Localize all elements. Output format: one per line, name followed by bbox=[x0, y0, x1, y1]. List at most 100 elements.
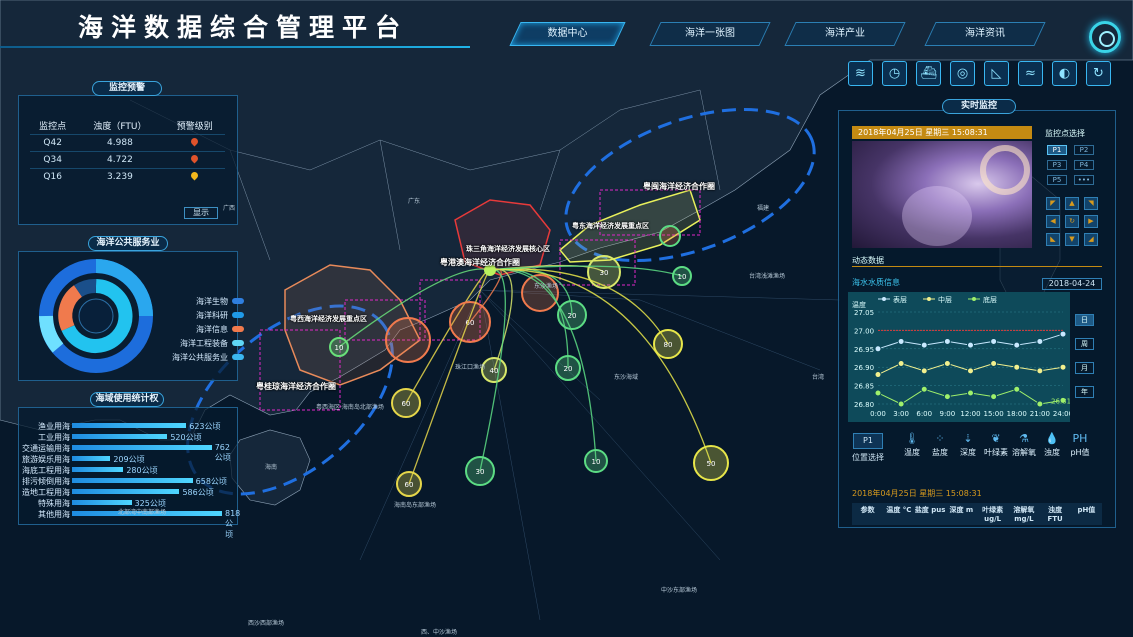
camera-control-button[interactable]: ◀ bbox=[1046, 215, 1060, 228]
camera-control-button[interactable]: ◤ bbox=[1046, 197, 1060, 210]
data-point[interactable] bbox=[897, 360, 905, 368]
period-button[interactable]: 日 bbox=[1075, 314, 1094, 326]
data-point[interactable] bbox=[1036, 367, 1044, 375]
legend-item[interactable]: 海洋信息 bbox=[170, 324, 250, 335]
legend-item[interactable]: 海洋生物 bbox=[170, 296, 250, 307]
marker-value: 10 bbox=[335, 344, 344, 352]
camera-control-button[interactable]: ↻ bbox=[1065, 215, 1079, 228]
usage-row[interactable]: 造地工程用海 586公顷 bbox=[18, 487, 233, 497]
wave-chart-icon[interactable]: ◺ bbox=[984, 61, 1009, 86]
usage-row[interactable]: 旅游娱乐用海 209公顷 bbox=[18, 454, 233, 464]
camera-control-button[interactable]: ▼ bbox=[1065, 233, 1079, 246]
period-button[interactable]: 月 bbox=[1075, 362, 1094, 374]
data-point[interactable] bbox=[1013, 363, 1021, 371]
param-button[interactable]: ❦ 叶绿素 bbox=[982, 432, 1010, 458]
data-point[interactable] bbox=[1059, 363, 1067, 371]
param-button[interactable]: 💧 浊度 bbox=[1038, 432, 1066, 458]
camera-control-button[interactable]: ◢ bbox=[1084, 233, 1098, 246]
camera-control-button[interactable]: ▶ bbox=[1084, 215, 1098, 228]
param-button[interactable]: PH pH值 bbox=[1066, 432, 1094, 458]
data-point[interactable] bbox=[874, 345, 882, 353]
data-point[interactable] bbox=[1013, 385, 1021, 393]
data-point[interactable] bbox=[897, 400, 905, 408]
tab-ocean-news[interactable]: 海洋资讯 bbox=[924, 22, 1046, 46]
zone-label[interactable]: 粤东海洋经济发展重点区 bbox=[572, 221, 649, 231]
donut-chart[interactable] bbox=[38, 258, 154, 374]
point-option[interactable]: P2 bbox=[1074, 145, 1094, 155]
point-option[interactable]: P4 bbox=[1074, 160, 1094, 170]
layers-icon[interactable]: ≋ bbox=[848, 61, 873, 86]
data-point[interactable] bbox=[897, 337, 905, 345]
ship-icon[interactable]: ⛴ bbox=[916, 61, 941, 86]
zone-label[interactable]: 粤西海洋经济发展重点区 bbox=[290, 314, 367, 324]
period-button[interactable]: 年 bbox=[1075, 386, 1094, 398]
table-row[interactable]: Q34 4.722 bbox=[30, 150, 225, 168]
table-row[interactable]: Q16 3.239 bbox=[30, 167, 225, 185]
position-select-label: 位置选择 bbox=[852, 453, 884, 462]
point-option[interactable]: P5 bbox=[1047, 175, 1067, 185]
table-row[interactable]: Q42 4.988 bbox=[30, 133, 225, 151]
data-point[interactable] bbox=[920, 385, 928, 393]
show-button[interactable]: 显示 bbox=[184, 207, 218, 219]
water-temp-chart[interactable]: 表层 中层 底层温度27.05 27.00 26.95 26.90 26.85 26.800:… bbox=[848, 292, 1070, 422]
data-point[interactable] bbox=[920, 367, 928, 375]
zone-label[interactable]: 珠三角海洋经济发展核心区 bbox=[466, 244, 550, 254]
usage-row[interactable]: 排污倾倒用海 658公顷 bbox=[18, 476, 233, 486]
legend-item[interactable]: 海洋科研 bbox=[170, 310, 250, 321]
data-point[interactable] bbox=[874, 371, 882, 379]
target-icon[interactable]: ◎ bbox=[950, 61, 975, 86]
usage-row[interactable]: 海底工程用海 280公顷 bbox=[18, 465, 233, 475]
point-option[interactable]: ••• bbox=[1074, 175, 1094, 185]
point-option[interactable]: P1 bbox=[1047, 145, 1067, 155]
camera-control-button[interactable]: ◣ bbox=[1046, 233, 1060, 246]
data-point[interactable] bbox=[967, 389, 974, 397]
waves-icon[interactable]: ≈ bbox=[1018, 61, 1043, 86]
zone-label[interactable]: 粤桂琼海洋经济合作圈 bbox=[256, 381, 336, 392]
tab-data-center[interactable]: 数据中心 bbox=[509, 22, 626, 46]
data-point[interactable] bbox=[943, 393, 951, 401]
data-point[interactable] bbox=[967, 367, 974, 375]
data-point[interactable] bbox=[1013, 341, 1021, 349]
tab-ocean-industry[interactable]: 海洋产业 bbox=[784, 22, 906, 46]
usage-row[interactable]: 交通运输用海 762公顷 bbox=[18, 443, 233, 462]
data-point[interactable] bbox=[990, 393, 998, 401]
legend-item[interactable]: 海洋公共服务业 bbox=[170, 352, 250, 363]
data-point[interactable] bbox=[1059, 330, 1067, 338]
data-point[interactable] bbox=[967, 341, 974, 349]
camera-control-button[interactable]: ▲ bbox=[1065, 197, 1079, 210]
data-point[interactable] bbox=[920, 341, 928, 349]
point-option[interactable]: P3 bbox=[1047, 160, 1067, 170]
usage-bar bbox=[72, 456, 111, 461]
period-button[interactable]: 周 bbox=[1075, 338, 1094, 350]
data-point[interactable] bbox=[943, 360, 951, 368]
param-button[interactable]: ⇣ 深度 bbox=[954, 432, 982, 458]
data-point[interactable] bbox=[990, 337, 998, 345]
hotspot-marker[interactable] bbox=[659, 225, 681, 247]
wq-table-header: 参数 温度 °C 盐度 pus 深度 m 叶绿素 ug/L 溶解氧 mg/L 浊度 FTU p… bbox=[852, 503, 1102, 525]
contrast-icon[interactable]: ◐ bbox=[1052, 61, 1077, 86]
param-button[interactable]: ⁘ 盐度 bbox=[926, 432, 954, 458]
param-button[interactable]: ⚗ 溶解氧 bbox=[1010, 432, 1038, 458]
date-picker[interactable]: 2018-04-24 bbox=[1042, 278, 1102, 290]
data-point[interactable] bbox=[874, 389, 882, 397]
tab-ocean-map[interactable]: 海洋一张图 bbox=[649, 22, 771, 46]
platform-logo-icon[interactable] bbox=[1089, 21, 1121, 53]
param-button[interactable]: 🌡 温度 bbox=[898, 432, 926, 458]
hotspot-marker[interactable] bbox=[385, 317, 431, 363]
position-select[interactable]: P1 bbox=[853, 433, 883, 449]
zone-label[interactable]: 粤闽海洋经济合作圈 bbox=[643, 181, 715, 192]
camera-control-button[interactable]: ◥ bbox=[1084, 197, 1098, 210]
usage-row[interactable]: 渔业用海 623公顷 bbox=[18, 421, 233, 431]
clock-icon[interactable]: ◷ bbox=[882, 61, 907, 86]
sea-usage-title: 海域使用统计权 bbox=[90, 392, 164, 407]
refresh-icon[interactable]: ↻ bbox=[1086, 61, 1111, 86]
legend-item[interactable]: 海洋工程装备 bbox=[170, 338, 250, 349]
x-tick-label: 15:00 bbox=[984, 410, 1004, 418]
data-point[interactable] bbox=[1036, 400, 1044, 408]
usage-row[interactable]: 工业用海 520公顷 bbox=[18, 432, 233, 442]
data-point[interactable] bbox=[943, 337, 951, 345]
live-video-feed[interactable] bbox=[852, 141, 1032, 248]
data-point[interactable] bbox=[990, 360, 998, 368]
data-point[interactable] bbox=[1036, 337, 1044, 345]
zone-label[interactable]: 粤港澳海洋经济合作圈 bbox=[440, 257, 520, 268]
